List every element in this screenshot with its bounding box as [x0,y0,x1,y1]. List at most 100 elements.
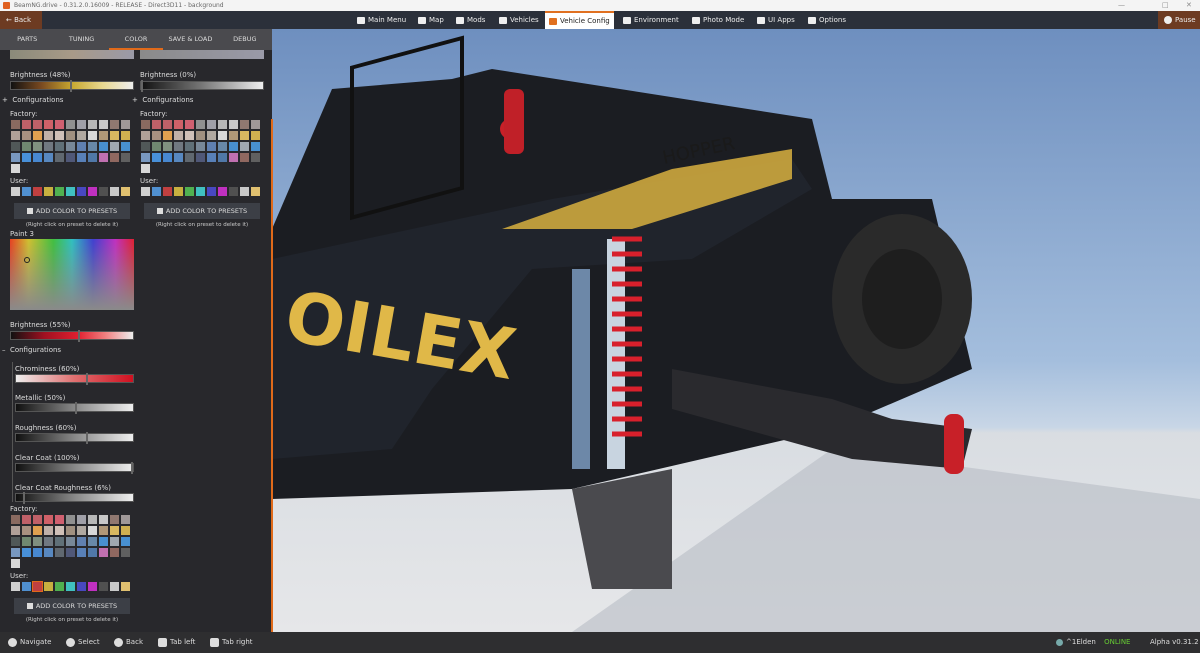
color-swatch[interactable] [240,187,249,196]
color-swatch[interactable] [207,142,216,151]
nav-mods[interactable]: Mods [452,11,489,29]
color-swatch[interactable] [207,131,216,140]
color-swatch[interactable] [229,131,238,140]
color-swatch[interactable] [11,515,20,524]
color-swatch[interactable] [251,120,260,129]
tab-color[interactable]: COLOR [108,29,164,50]
color-swatch[interactable] [110,153,119,162]
color-swatch[interactable] [163,153,172,162]
color-swatch[interactable] [44,153,53,162]
color-swatch[interactable] [66,142,75,151]
color-swatch[interactable] [174,131,183,140]
color-swatch[interactable] [77,187,86,196]
pause-button[interactable]: Pause [1158,11,1200,29]
color-swatch[interactable] [66,153,75,162]
color-swatch[interactable] [44,537,53,546]
color-swatch[interactable] [218,187,227,196]
color-swatch[interactable] [110,120,119,129]
nav-vehicles[interactable]: Vehicles [495,11,543,29]
color-swatch[interactable] [110,515,119,524]
color-swatch[interactable] [240,131,249,140]
color-swatch[interactable] [88,582,97,591]
color-swatch[interactable] [152,142,161,151]
color-swatch[interactable] [196,131,205,140]
color-swatch[interactable] [174,153,183,162]
color-swatch[interactable] [121,131,130,140]
color-swatch[interactable] [44,187,53,196]
color-swatch[interactable] [110,142,119,151]
color-swatch[interactable] [152,187,161,196]
color-swatch[interactable] [11,526,20,535]
paint1-color-picker[interactable] [10,50,134,59]
color-swatch[interactable] [141,142,150,151]
color-swatch[interactable] [55,526,64,535]
maximize-button[interactable]: □ [1162,0,1169,11]
color-swatch[interactable] [77,537,86,546]
metallic-slider[interactable] [15,402,134,414]
color-swatch[interactable] [218,131,227,140]
close-button[interactable]: ✕ [1186,0,1192,11]
color-swatch[interactable] [229,120,238,129]
color-swatch[interactable] [55,153,64,162]
color-swatch[interactable] [121,120,130,129]
tab-save-load[interactable]: SAVE & LOAD [163,29,217,50]
color-swatch[interactable] [121,153,130,162]
color-swatch[interactable] [44,131,53,140]
color-swatch[interactable] [88,537,97,546]
roughness-slider[interactable] [15,432,134,444]
color-swatch[interactable] [251,153,260,162]
color-swatch[interactable] [11,582,20,591]
color-swatch[interactable] [88,515,97,524]
color-swatch[interactable] [55,120,64,129]
color-swatch[interactable] [66,548,75,557]
color-swatch[interactable] [141,153,150,162]
paint2-configurations-toggle[interactable]: + Configurations [132,96,193,104]
color-swatch[interactable] [88,142,97,151]
color-swatch[interactable] [66,187,75,196]
color-swatch[interactable] [44,142,53,151]
color-swatch[interactable] [66,582,75,591]
color-swatch[interactable] [44,515,53,524]
paint2-add-preset-button[interactable]: ADD COLOR TO PRESETS [144,203,260,219]
paint2-brightness-slider[interactable] [140,80,264,92]
paint1-brightness-slider[interactable] [10,80,134,92]
color-swatch[interactable] [11,559,20,568]
tab-parts[interactable]: PARTS [0,29,54,50]
paint3-configurations-toggle[interactable]: – Configurations [2,346,61,354]
nav-environment[interactable]: Environment [619,11,683,29]
color-swatch[interactable] [77,582,86,591]
color-swatch[interactable] [55,548,64,557]
color-swatch[interactable] [185,131,194,140]
minimize-button[interactable]: — [1118,0,1125,11]
color-swatch[interactable] [141,187,150,196]
color-swatch[interactable] [88,131,97,140]
color-swatch[interactable] [66,526,75,535]
color-swatch[interactable] [163,187,172,196]
color-swatch[interactable] [22,582,31,591]
clearcoat-roughness-slider[interactable] [15,492,134,504]
nav-ui-apps[interactable]: UI Apps [753,11,799,29]
color-swatch[interactable] [22,153,31,162]
color-swatch[interactable] [163,131,172,140]
color-swatch[interactable] [110,548,119,557]
color-swatch[interactable] [11,131,20,140]
color-swatch[interactable] [11,153,20,162]
color-swatch[interactable] [77,120,86,129]
color-swatch[interactable] [55,131,64,140]
color-swatch[interactable] [44,120,53,129]
color-swatch[interactable] [174,142,183,151]
color-swatch[interactable] [229,187,238,196]
color-swatch[interactable] [44,582,53,591]
clearcoat-slider[interactable] [15,462,134,474]
color-swatch[interactable] [207,187,216,196]
tab-tuning[interactable]: TUNING [54,29,108,50]
chrominess-slider[interactable] [15,373,134,385]
color-swatch[interactable] [99,187,108,196]
nav-options[interactable]: Options [804,11,850,29]
back-button[interactable]: ← Back [0,11,42,29]
color-swatch[interactable] [22,187,31,196]
color-swatch[interactable] [110,582,119,591]
color-swatch[interactable] [33,120,42,129]
color-swatch[interactable] [55,187,64,196]
color-swatch[interactable] [22,142,31,151]
